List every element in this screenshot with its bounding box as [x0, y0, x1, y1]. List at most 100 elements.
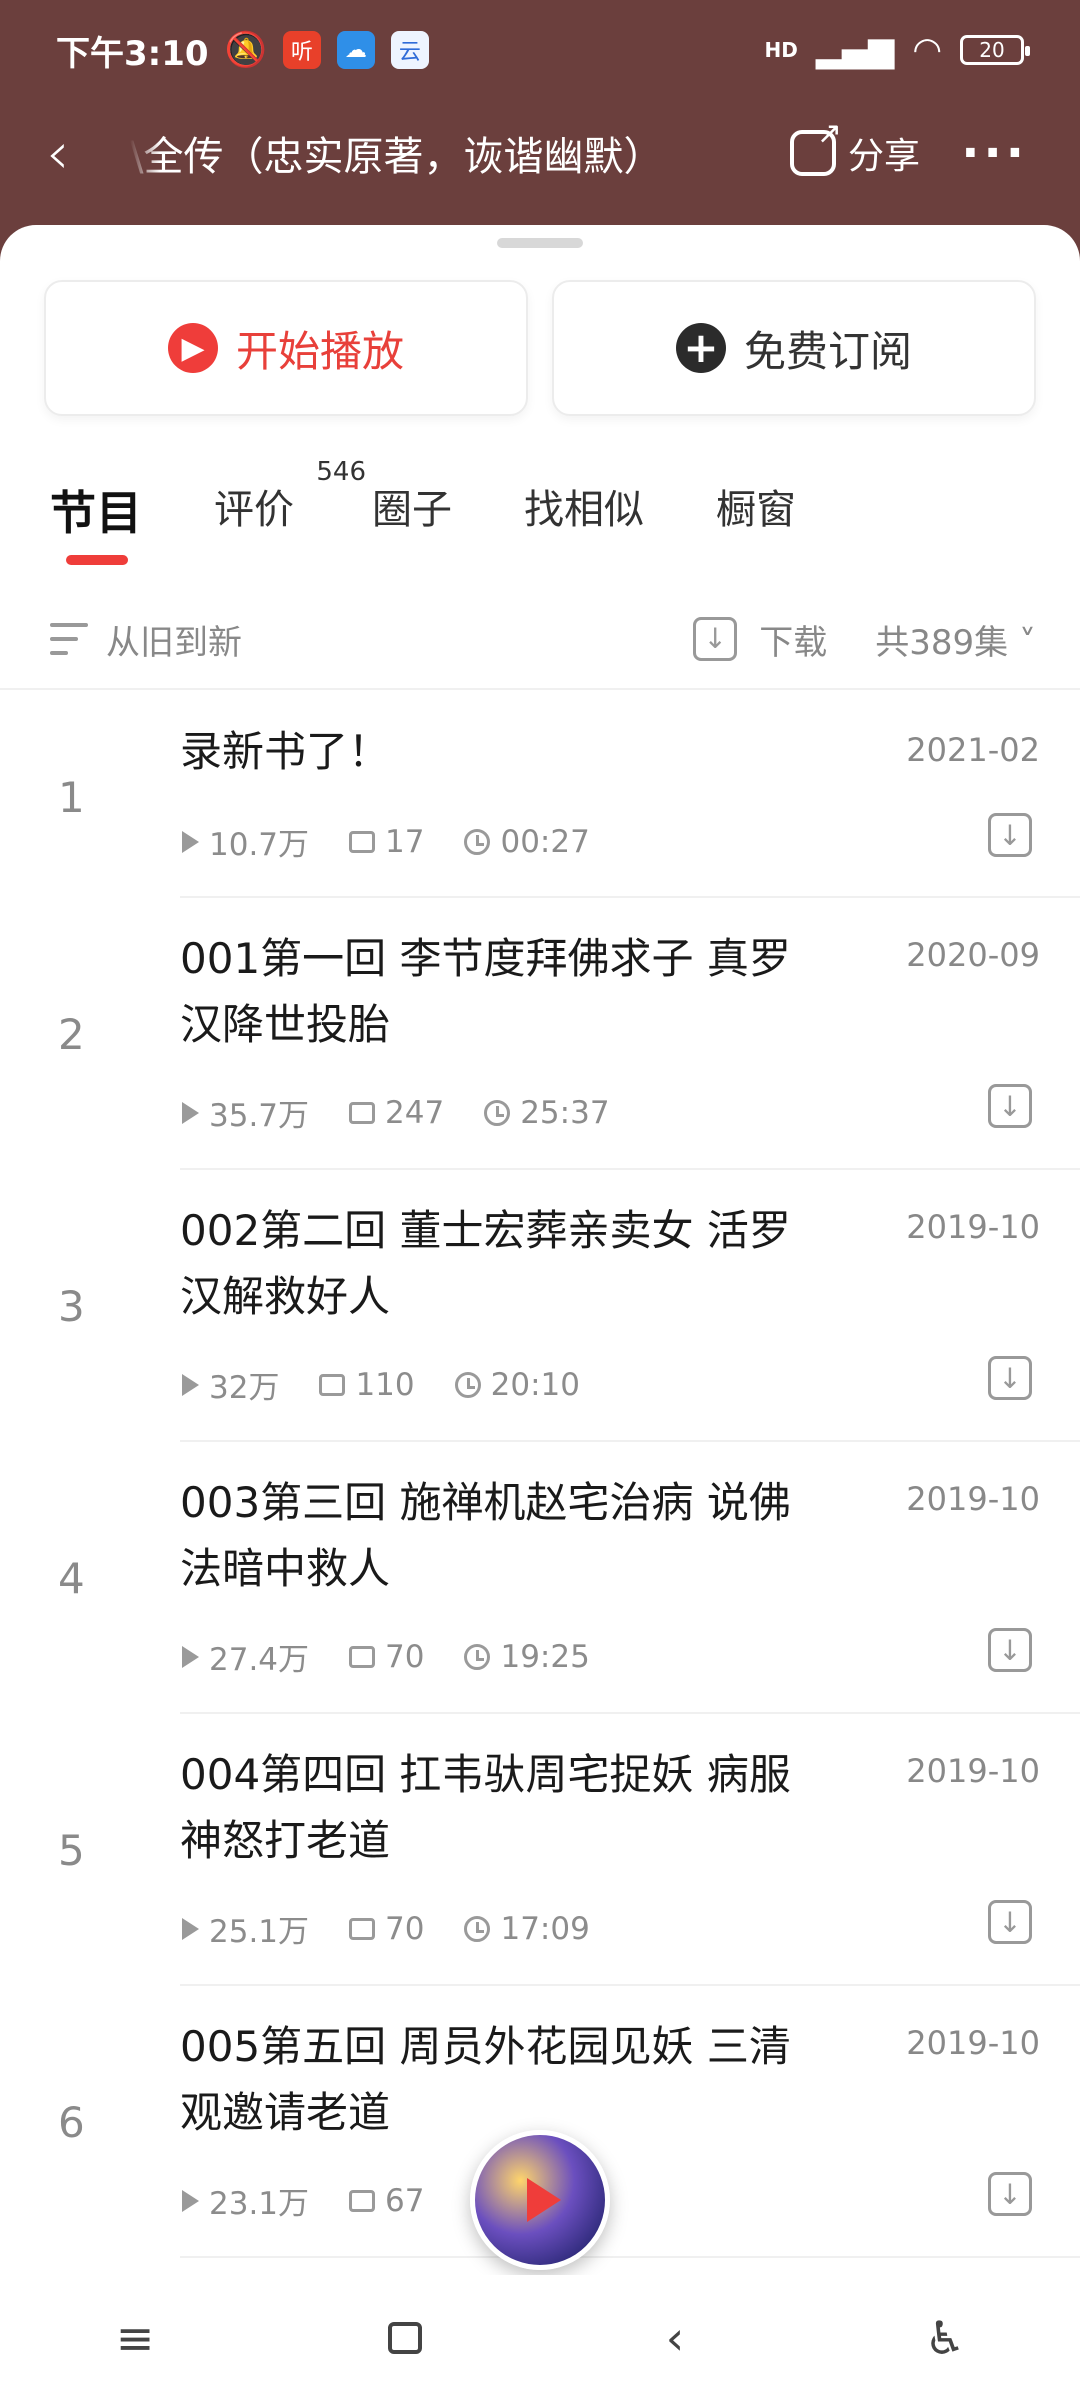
start-play-button[interactable]: ▶ 开始播放: [44, 280, 528, 416]
tab-circle-label: 圈子: [372, 487, 452, 533]
download-icon: ↓: [693, 617, 738, 661]
episode-title: 003第三回 施禅机赵宅治病 说佛法暗中救人: [180, 1478, 791, 1593]
album-title: \全传（忠实原著，诙谐幽默）: [130, 133, 664, 180]
tab-similar[interactable]: 找相似: [524, 465, 644, 535]
comment-count: 70: [385, 1638, 425, 1675]
menu-icon[interactable]: ≡: [65, 2311, 205, 2365]
episode-item[interactable]: 2 001第一回 李节度拜佛求子 真罗汉降世投胎 2020-09 35.7万 2…: [0, 898, 1080, 1170]
play-icon: [527, 2178, 561, 2222]
episode-list: 1 录新书了！ 2021-02 10.7万 17 00:27 ↓ 2 001第一…: [0, 693, 1080, 2258]
tab-showcase-label: 橱窗: [716, 487, 796, 533]
browser-app-icon: 云: [390, 31, 429, 69]
sheet-grabber[interactable]: [497, 238, 583, 248]
wifi-icon: ◠: [912, 30, 942, 70]
episode-download-icon[interactable]: ↓: [988, 1356, 1032, 1400]
sort-label: 从旧到新: [106, 622, 242, 663]
tab-reviews[interactable]: 评价 546: [214, 457, 366, 535]
play-count-icon: [182, 1917, 199, 1940]
episode-meta: 23.1万 67: [182, 2178, 464, 2223]
play-icon: ▶: [167, 323, 218, 373]
home-icon: [388, 2321, 422, 2354]
comment-count: 247: [385, 1094, 445, 1131]
system-nav-bar: ≡ ‹ ♿: [0, 2275, 1080, 2400]
clock-icon: [464, 1915, 491, 1942]
episode-item[interactable]: 5 004第四回 扛韦驮周宅捉妖 病服神怒打老道 2019-10 25.1万 7…: [0, 1714, 1080, 1986]
back-button[interactable]: ‹: [0, 100, 130, 205]
play-count: 27.4万: [209, 1642, 310, 1678]
download-button[interactable]: ↓ 下载: [693, 615, 827, 664]
episode-index: 2: [58, 1010, 85, 1059]
top-app-bar: ‹ \全传（忠实原著，诙谐幽默） 分享 ···: [0, 100, 1080, 205]
home-button[interactable]: [335, 2311, 475, 2365]
episode-date: 2019-10: [906, 1752, 1040, 1790]
comment-icon: [349, 1917, 376, 1940]
mini-player-button[interactable]: [470, 2130, 610, 2270]
episode-index: 5: [58, 1826, 85, 1875]
episode-title: 002第二回 董士宏葬亲卖女 活罗汉解救好人: [180, 1206, 791, 1321]
play-count-icon: [182, 1645, 199, 1668]
play-count-icon: [182, 2189, 199, 2212]
status-bar: 下午3:10 🔕 听 ☁ 云 HD ▂▄▆ ◠ 20: [0, 0, 1080, 100]
duration: 17:09: [500, 1910, 590, 1947]
episode-meta: 27.4万 70 19:25: [182, 1634, 630, 1679]
reviews-count-badge: 546: [316, 457, 366, 487]
episode-title: 录新书了！: [180, 727, 391, 776]
comment-count: 17: [385, 823, 425, 860]
episode-download-icon[interactable]: ↓: [988, 813, 1032, 857]
episode-title: 004第四回 扛韦驮周宅捉妖 病服神怒打老道: [180, 1750, 791, 1865]
episode-index: 3: [58, 1282, 85, 1331]
episode-item[interactable]: 1 录新书了！ 2021-02 10.7万 17 00:27 ↓: [0, 693, 1080, 898]
play-count-icon: [182, 1373, 199, 1396]
episode-download-icon[interactable]: ↓: [988, 1628, 1032, 1672]
network-type-label: HD: [764, 38, 798, 62]
more-options-button[interactable]: ···: [961, 125, 1028, 181]
clock-icon: [464, 1643, 491, 1670]
episode-count-selector[interactable]: 共389集 ˅: [875, 615, 1036, 664]
share-button[interactable]: 分享: [790, 116, 921, 179]
tab-showcase[interactable]: 橱窗: [716, 465, 796, 535]
download-label: 下载: [759, 622, 828, 663]
play-count-icon: [182, 1101, 199, 1124]
comment-count: 70: [385, 1910, 425, 1947]
episode-date: 2019-10: [906, 1208, 1040, 1246]
chevron-down-icon: ˅: [1008, 622, 1036, 663]
back-nav-button[interactable]: ‹: [605, 2311, 745, 2365]
share-label: 分享: [848, 135, 921, 177]
episode-date: 2021-02: [906, 731, 1040, 769]
ting-app-icon: 听: [282, 31, 321, 69]
episode-download-icon[interactable]: ↓: [988, 1900, 1032, 1944]
episode-meta: 25.1万 70 17:09: [182, 1906, 630, 1951]
duration: 20:10: [490, 1366, 580, 1403]
comment-icon: [349, 2189, 376, 2212]
comment-icon: [349, 1101, 376, 1124]
chevron-left-icon: ‹: [46, 118, 70, 187]
play-count-icon: [182, 830, 199, 853]
tab-circle[interactable]: 圈子: [372, 465, 452, 535]
episode-download-icon[interactable]: ↓: [988, 1084, 1032, 1128]
comment-count: 110: [355, 1366, 415, 1403]
sort-button[interactable]: 从旧到新: [50, 615, 242, 664]
tab-bar: 节目 评价 546 圈子 找相似 橱窗: [50, 457, 868, 585]
episode-index: 6: [58, 2098, 85, 2147]
status-time: 下午3:10: [56, 33, 209, 74]
action-row: ▶ 开始播放 + 免费订阅: [44, 280, 1036, 416]
clock-icon: [484, 1099, 511, 1126]
comment-count: 67: [385, 2182, 425, 2219]
episode-sheet: ▶ 开始播放 + 免费订阅 节目 评价 546 圈子 找相似 橱窗 从旧到新 ↓…: [0, 225, 1080, 2275]
episode-item[interactable]: 4 003第三回 施禅机赵宅治病 说佛法暗中救人 2019-10 27.4万 7…: [0, 1442, 1080, 1714]
subscribe-button[interactable]: + 免费订阅: [552, 280, 1036, 416]
share-icon: [790, 116, 842, 176]
tab-episodes[interactable]: 节目: [50, 465, 142, 565]
episode-download-icon[interactable]: ↓: [988, 2172, 1032, 2216]
play-count: 35.7万: [209, 1098, 310, 1134]
accessibility-icon[interactable]: ♿: [875, 2311, 1015, 2365]
tab-reviews-label: 评价: [214, 487, 294, 533]
episode-item[interactable]: 3 002第二回 董士宏葬亲卖女 活罗汉解救好人 2019-10 32万 110…: [0, 1170, 1080, 1442]
tab-similar-label: 找相似: [524, 487, 644, 533]
list-toolbar: 从旧到新 ↓ 下载 共389集 ˅: [0, 590, 1080, 690]
clock-icon: [454, 1371, 481, 1398]
comment-icon: [319, 1373, 346, 1396]
episode-title: 001第一回 李节度拜佛求子 真罗汉降世投胎: [180, 934, 791, 1049]
duration: 25:37: [520, 1094, 610, 1131]
play-count: 32万: [209, 1370, 280, 1406]
